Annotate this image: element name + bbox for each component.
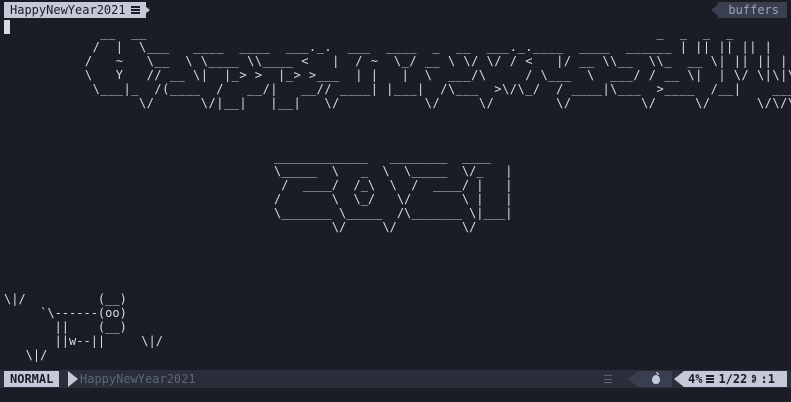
column-icon: Ⱁ	[751, 372, 757, 385]
lines-icon	[130, 6, 140, 14]
status-filename: HappyNewYear2021	[80, 372, 196, 386]
lines-icon	[706, 375, 715, 383]
mode-separator	[68, 371, 78, 387]
command-line[interactable]	[0, 388, 791, 402]
text-cursor	[4, 20, 10, 34]
os-separator	[628, 371, 638, 387]
apple-icon	[652, 372, 660, 384]
year-2021-ascii-art: _____________ ________ ____ \_____ \ _ \…	[274, 150, 513, 234]
scroll-percent: 4%	[688, 372, 703, 386]
statusline: NORMAL HappyNewYear2021 4% 1/22 Ⱁ :1	[0, 370, 791, 388]
column-position: :1	[760, 372, 775, 386]
cow-ascii-art: \|/ (__) `\------(oo) || (__) ||w--|| \|…	[4, 292, 163, 362]
tabline: HappyNewYear2021 buffers	[0, 0, 791, 20]
tab-separator	[140, 2, 150, 18]
tab-label: HappyNewYear2021	[10, 3, 126, 17]
position-separator	[674, 371, 684, 387]
buffers-label[interactable]: buffers	[718, 2, 787, 18]
lines-icon	[604, 375, 612, 383]
mode-indicator: NORMAL	[4, 371, 60, 387]
tab-happynewyear2021[interactable]: HappyNewYear2021	[4, 2, 146, 18]
os-segment	[638, 371, 672, 387]
happy-new-year-ascii-art: __ __ _ _ _ _ / | \___ ____ ____ ___._. …	[84, 26, 791, 110]
line-position: 1/22	[718, 372, 748, 386]
cursor-position: 4% 1/22 Ⱁ :1	[684, 371, 787, 387]
